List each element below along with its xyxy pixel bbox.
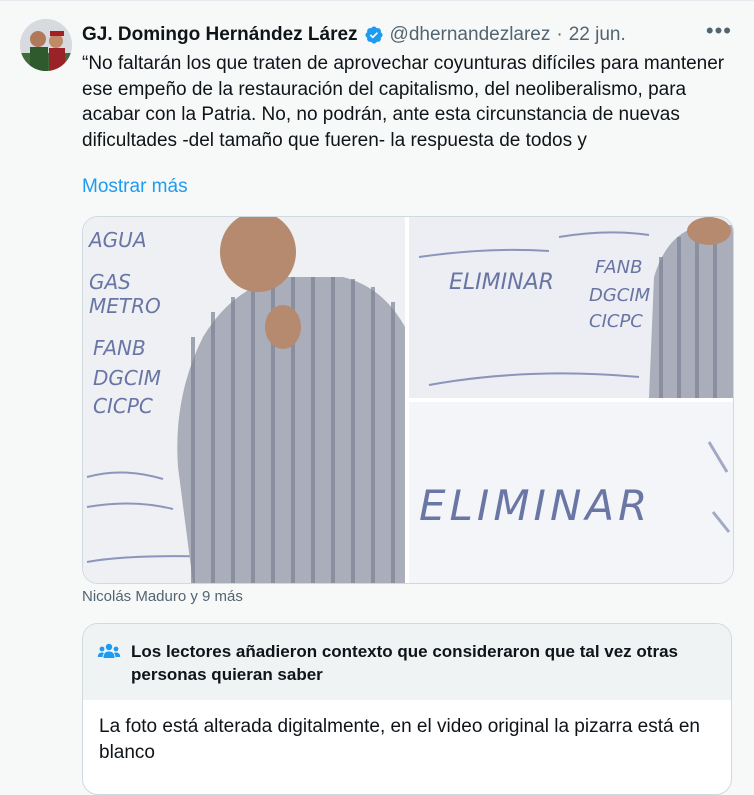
photo1-word: FANB	[93, 336, 146, 360]
verified-badge-icon	[364, 25, 384, 45]
community-note-body: La foto está alterada digitalmente, en e…	[99, 716, 700, 763]
community-note: Los lectores añadieron contexto que cons…	[82, 623, 732, 795]
tweet-header: GJ. Domingo Hernández Lárez @dhernandezl…	[82, 21, 734, 49]
photo1-word: GAS	[89, 270, 131, 294]
tweet-card[interactable]: GJ. Domingo Hernández Lárez @dhernandezl…	[0, 0, 754, 795]
photo3-word: ELIMINAR	[419, 481, 651, 530]
show-more-link[interactable]: Mostrar más	[82, 176, 188, 198]
media-grid: AGUA GAS METRO FANB DGCIM CICPC ELIMINAR…	[82, 216, 734, 584]
tagged-people[interactable]: Nicolás Maduro y 9 más	[82, 588, 243, 605]
people-icon	[97, 640, 121, 669]
tweet-text: “No faltarán los que traten de aprovecha…	[82, 53, 725, 151]
whiteboard-photo-2: ELIMINAR FANB DGCIM CICPC	[409, 217, 733, 398]
photo1-word: AGUA	[87, 228, 147, 252]
photo2-word: FANB	[595, 257, 642, 278]
community-note-header: Los lectores añadieron contexto que cons…	[83, 624, 731, 700]
photo2-word: DGCIM	[589, 285, 651, 306]
photo1-word: DGCIM	[93, 366, 161, 390]
photo1-word: METRO	[89, 294, 161, 318]
whiteboard-photo-1: AGUA GAS METRO FANB DGCIM CICPC	[83, 217, 405, 583]
community-note-title: Los lectores añadieron contexto que cons…	[131, 642, 678, 684]
author-handle[interactable]: @dhernandezlarez	[390, 24, 551, 46]
photo-1[interactable]: AGUA GAS METRO FANB DGCIM CICPC	[83, 217, 405, 583]
photo-2[interactable]: ELIMINAR FANB DGCIM CICPC	[409, 217, 733, 398]
photo1-word: CICPC	[93, 394, 153, 418]
whiteboard-photo-3: ELIMINAR	[409, 402, 733, 583]
author-name[interactable]: GJ. Domingo Hernández Lárez	[82, 24, 358, 46]
avatar[interactable]	[20, 19, 72, 71]
tweet-date[interactable]: 22 jun.	[569, 24, 626, 46]
avatar-image	[20, 19, 72, 71]
photo-3[interactable]: ELIMINAR	[409, 402, 733, 583]
more-options-icon[interactable]: •••	[706, 20, 732, 42]
separator-dot: ·	[556, 24, 563, 45]
photo2-word: ELIMINAR	[449, 270, 554, 295]
photo2-word: CICPC	[589, 311, 643, 332]
